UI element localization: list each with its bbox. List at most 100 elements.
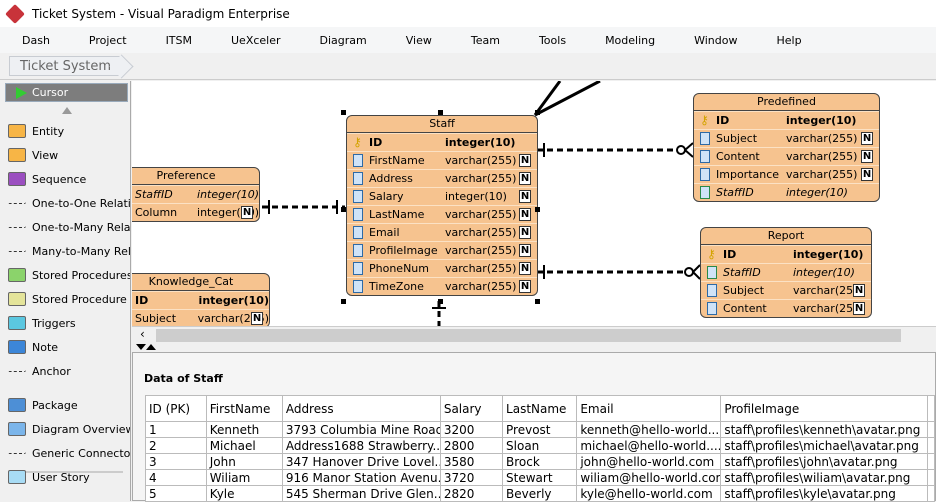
table-cell[interactable]: staff\profiles\wiliam\avatar.png [720,469,928,486]
entity-staff[interactable]: Staff ⚷ ID integer(10) FirstName varchar(255)… [346,115,538,296]
menu-team[interactable]: Team [449,34,500,47]
palette-item-triggers[interactable]: Triggers [8,313,130,333]
table-cell[interactable]: 3 [145,453,207,470]
palette-item-generic-connector[interactable]: Generic Connector [8,443,130,463]
table-cell[interactable]: staff\profiles\michael\avatar.png [720,437,928,454]
entity-column[interactable]: StaffID integer(10) [132,185,259,203]
menu-dash[interactable]: Dash [0,34,50,47]
table-cell[interactable]: Sloan [502,437,578,454]
entity-column[interactable]: Importance varchar(255) N [694,165,879,183]
selection-handle[interactable] [438,299,443,304]
entity-column[interactable]: StaffID integer(10) [694,183,879,201]
table-cell[interactable]: 3793 Columbia Mine Road [281,421,441,438]
palette-cursor[interactable]: Cursor [5,83,128,102]
palette-item-many-to-many[interactable]: Many-to-Many Relationship [8,241,130,261]
table-cell[interactable]: 347 Hanover Drive Lovel... [281,453,441,470]
column-header[interactable]: ID (PK) [145,395,207,422]
palette-item-stored-procedures[interactable]: Stored Procedures [8,265,130,285]
palette-item-entity[interactable]: Entity [8,121,130,141]
entity-preference[interactable]: Preference StaffID integer(10) Column intege… [132,167,260,222]
selection-handle[interactable] [341,110,346,115]
table-row[interactable]: 4 Wiliam 916 Manor Station Avenu... 3720 Ste… [145,469,935,486]
entity-column[interactable]: TimeZone varchar(255) N [347,277,537,295]
entity-column[interactable]: ⚷ ID integer(10) [694,111,879,129]
entity-column[interactable]: Salary integer(10) N [347,187,537,205]
table-cell[interactable]: Wiliam [205,469,283,486]
entity-column[interactable]: Subject varchar(255) N [132,309,269,326]
entity-column[interactable]: FirstName varchar(255) N [347,151,537,169]
column-header[interactable]: Salary [439,395,504,422]
table-cell[interactable]: Address1688 Strawberry... [281,437,441,454]
entity-report[interactable]: Report ⚷ ID integer(10) StaffID integer(10) Su… [700,227,872,318]
table-row[interactable]: 5 Kyle 545 Sherman Drive Glen... 2820 Beverl… [145,485,935,502]
horizontal-scrollbar[interactable]: ‹ [132,326,936,343]
table-cell[interactable] [927,453,935,470]
table-cell[interactable]: kenneth@hello-world.... [576,421,722,438]
table-cell[interactable]: john@hello-world.com [576,453,722,470]
collapse-down-icon[interactable] [136,344,146,350]
table-cell[interactable]: Kenneth [205,421,283,438]
menu-project[interactable]: Project [67,34,127,47]
table-cell[interactable]: Kyle [205,485,283,502]
entity-column[interactable]: Subject varchar(255) N [701,281,871,299]
table-cell[interactable]: 1 [145,421,207,438]
table-cell[interactable]: 3720 [439,469,504,486]
menu-modeling[interactable]: Modeling [583,34,655,47]
table-row[interactable]: 1 Kenneth 3793 Columbia Mine Road 3200 Prevo… [145,421,935,438]
breadcrumb[interactable]: Ticket System [9,56,123,76]
column-header[interactable]: Email [576,395,722,422]
expand-up-icon[interactable] [146,344,156,350]
selection-handle[interactable] [341,299,346,304]
table-cell[interactable]: Beverly [502,485,578,502]
table-cell[interactable]: Prevost [502,421,578,438]
menu-window[interactable]: Window [672,34,737,47]
selection-handle[interactable] [341,207,346,212]
entity-column[interactable]: Email varchar(255) N [347,223,537,241]
menu-diagram[interactable]: Diagram [298,34,367,47]
menu-view[interactable]: View [384,34,432,47]
column-header[interactable]: FirstName [205,395,283,422]
table-cell[interactable]: Brock [502,453,578,470]
scroll-left-icon[interactable]: ‹ [140,327,145,341]
table-cell[interactable] [927,469,935,486]
table-cell[interactable]: staff\profiles\john\avatar.png [720,453,928,470]
entity-column[interactable]: PhoneNum varchar(255) N [347,259,537,277]
menu-itsm[interactable]: ITSM [144,34,192,47]
entity-column[interactable]: Content varchar(255) N [694,147,879,165]
table-cell[interactable]: kyle@hello-world.com [576,485,722,502]
table-row[interactable]: 2 Michael Address1688 Strawberry... 2800 Slo… [145,437,935,454]
palette-item-stored-procedure-resultset[interactable]: Stored Procedure ResultSet [8,289,130,309]
entity-column[interactable]: ProfileImage varchar(255) N [347,241,537,259]
palette-item-user-story[interactable]: User Story [8,467,130,487]
entity-column[interactable]: Subject varchar(255) N [694,129,879,147]
palette-item-package[interactable]: Package [8,395,130,415]
menu-tools[interactable]: Tools [517,34,566,47]
table-cell[interactable]: 916 Manor Station Avenu... [281,469,441,486]
menu-help[interactable]: Help [754,34,801,47]
column-header[interactable]: Address [281,395,441,422]
entity-column[interactable]: StaffID integer(10) [701,263,871,281]
table-cell[interactable]: wiliam@hello-world.com [576,469,722,486]
menu-uexceler[interactable]: UeXceler [209,34,281,47]
table-cell[interactable] [927,485,935,502]
entity-column[interactable]: ⚷ ID integer(10) [701,245,871,263]
table-cell[interactable]: 2 [145,437,207,454]
selection-handle[interactable] [535,110,540,115]
table-cell[interactable]: Michael [205,437,283,454]
table-cell[interactable]: 2800 [439,437,504,454]
selection-handle[interactable] [535,299,540,304]
scroll-up-icon[interactable] [62,107,72,114]
entity-column[interactable]: Address varchar(255) N [347,169,537,187]
scrollbar-thumb[interactable] [156,329,901,342]
entity-predefined[interactable]: Predefined ⚷ ID integer(10) Subject varchar(2… [693,93,880,202]
palette-item-anchor[interactable]: Anchor [8,361,130,381]
diagram-canvas[interactable]: Staff ⚷ ID integer(10) FirstName varchar(255)… [132,81,936,326]
table-cell[interactable]: 3580 [439,453,504,470]
selection-handle[interactable] [535,207,540,212]
column-header[interactable]: LastName [502,395,578,422]
entity-column[interactable]: Content varchar(255) N [701,299,871,317]
table-cell[interactable] [927,437,935,454]
palette-item-sequence[interactable]: Sequence [8,169,130,189]
table-cell[interactable]: staff\profiles\kenneth\avatar.png [720,421,928,438]
entity-column[interactable]: Column integer(10) N [132,203,259,221]
